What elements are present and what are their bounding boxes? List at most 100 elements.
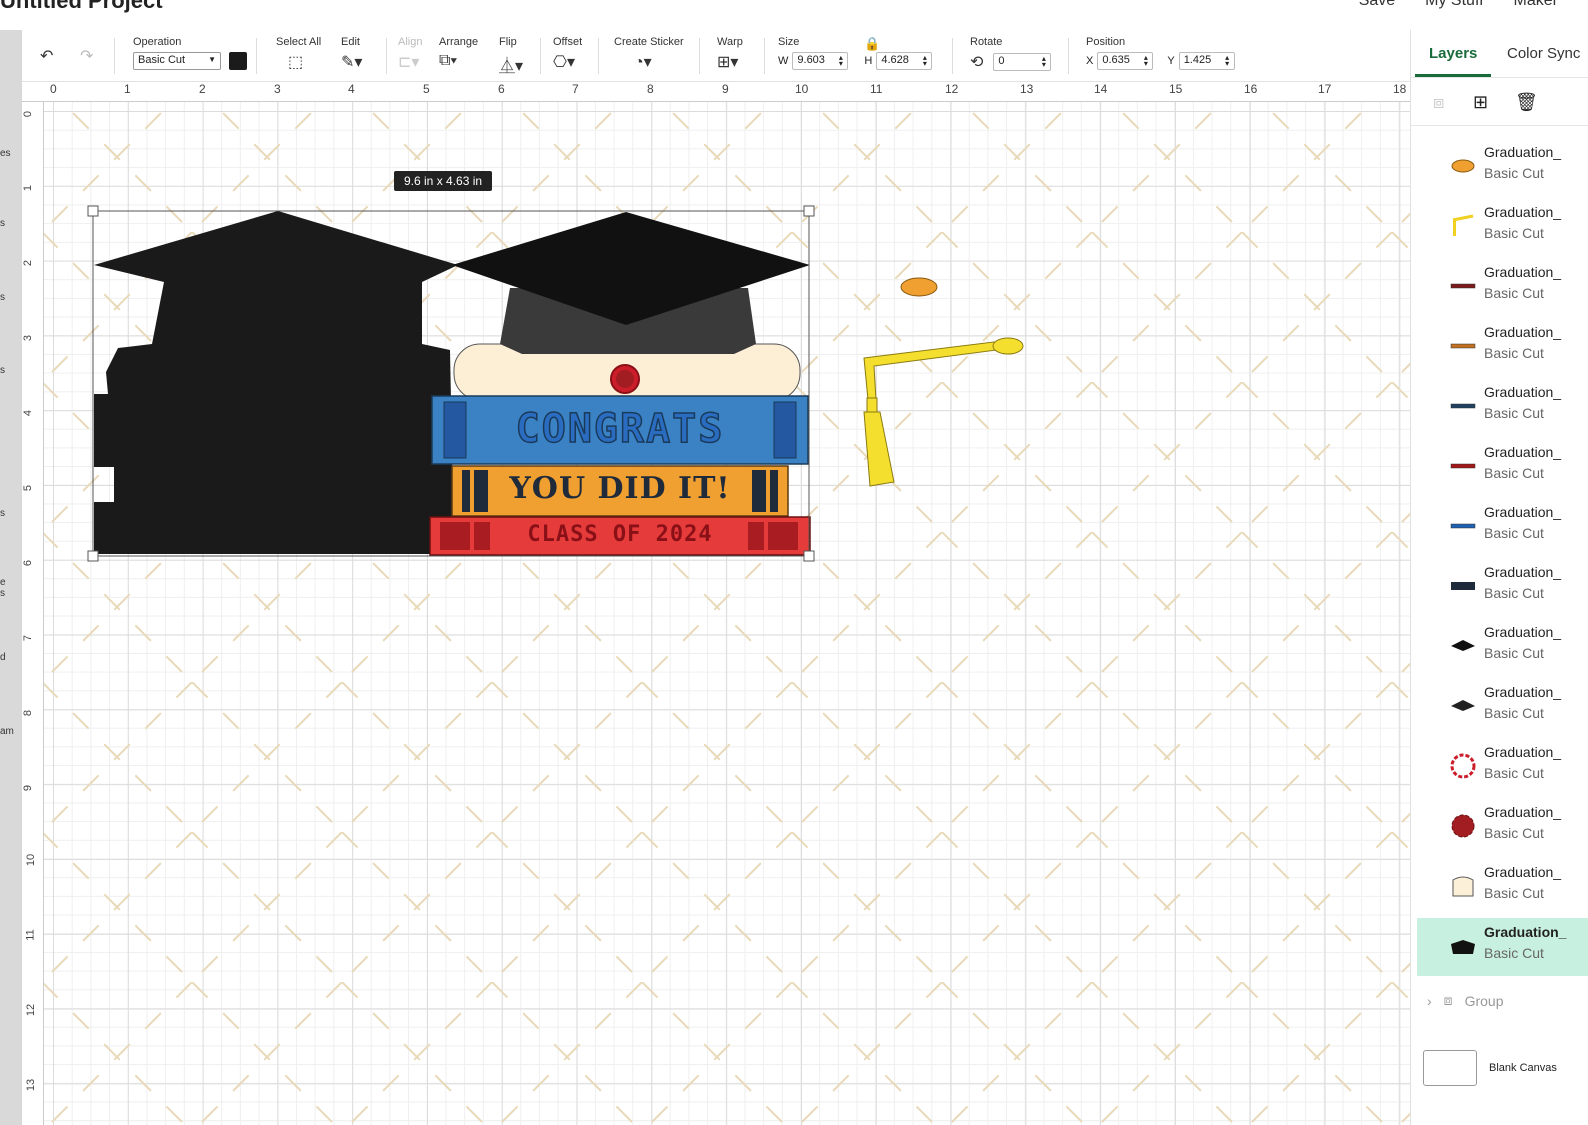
you-did-it-text: YOU DID IT! bbox=[509, 471, 731, 506]
layer-operation: Basic Cut bbox=[1484, 165, 1544, 181]
arrange-icon[interactable]: ⧉▾ bbox=[439, 52, 457, 70]
position-group: Position X 0.635 Y 1.425 bbox=[1086, 36, 1235, 70]
sidebar-label[interactable]: s bbox=[0, 508, 5, 519]
layer-name: Graduation_ bbox=[1484, 504, 1562, 520]
ruler-tick: 13 bbox=[1020, 82, 1034, 96]
color-swatch[interactable] bbox=[229, 52, 247, 70]
layer-name: Graduation_ bbox=[1484, 924, 1567, 940]
book-icon bbox=[1449, 572, 1477, 600]
operation-select[interactable]: Basic Cut bbox=[133, 52, 221, 70]
sidebar-label[interactable]: s bbox=[0, 365, 5, 376]
layer-name: Graduation_ bbox=[1484, 864, 1562, 880]
layer-row[interactable]: Graduation_ Basic Cut bbox=[1417, 918, 1588, 976]
ruler-tick: 4 bbox=[22, 409, 35, 417]
sidebar-label[interactable]: d bbox=[0, 652, 6, 663]
trash-icon[interactable]: 🗑 bbox=[1515, 92, 1538, 113]
ruler-tick: 11 bbox=[870, 82, 883, 96]
width-input[interactable]: 9.603 bbox=[792, 52, 849, 70]
layer-operation: Basic Cut bbox=[1484, 225, 1544, 241]
ruler-tick: 5 bbox=[423, 82, 430, 96]
layer-row[interactable]: Graduation_ Basic Cut bbox=[1417, 378, 1588, 436]
line-icon bbox=[1449, 332, 1477, 360]
group-icon: ⧈ bbox=[1443, 992, 1453, 1008]
ruler-tick: 5 bbox=[22, 484, 35, 492]
x-input[interactable]: 0.635 bbox=[1097, 52, 1154, 70]
layer-operation: Basic Cut bbox=[1484, 525, 1544, 541]
design-canvas[interactable]: 0 1 2 3 4 5 6 7 8 9 10 11 12 13 14 15 16… bbox=[22, 82, 1410, 1125]
layer-row[interactable]: Graduation_ Basic Cut bbox=[1417, 558, 1588, 616]
vertical-ruler: 0 1 2 3 4 5 6 7 8 9 10 11 12 13 bbox=[22, 102, 44, 1125]
sidebar-label[interactable]: e s bbox=[0, 577, 10, 599]
layer-operation: Basic Cut bbox=[1484, 825, 1544, 841]
duplicate-icon[interactable]: ⊞ bbox=[1473, 92, 1488, 113]
layer-row[interactable]: Graduation_ Basic Cut bbox=[1417, 798, 1588, 856]
horizontal-ruler: 0 1 2 3 4 5 6 7 8 9 10 11 12 13 14 15 16… bbox=[22, 82, 1410, 102]
blank-canvas-thumbnail[interactable] bbox=[1423, 1050, 1477, 1086]
ruler-tick: 8 bbox=[647, 82, 654, 96]
ruler-tick: 17 bbox=[1318, 82, 1332, 96]
sidebar-label[interactable]: s bbox=[0, 292, 5, 303]
ruler-tick: 6 bbox=[22, 559, 35, 567]
group-icon[interactable]: ⧈ bbox=[1433, 92, 1444, 113]
cap-icon bbox=[1449, 692, 1477, 720]
redo-icon[interactable]: ↷ bbox=[80, 46, 93, 66]
line-icon bbox=[1449, 272, 1477, 300]
height-input[interactable]: 4.628 bbox=[876, 52, 933, 70]
operation-group: Operation Basic Cut bbox=[133, 36, 247, 70]
tab-color-sync[interactable]: Color Sync bbox=[1507, 45, 1580, 62]
sidebar-label[interactable]: am bbox=[0, 726, 14, 737]
rotate-input[interactable]: 0 bbox=[993, 53, 1052, 71]
layer-row[interactable]: Graduation_ Basic Cut bbox=[1417, 198, 1588, 256]
pencil-icon[interactable]: ✎▾ bbox=[341, 52, 362, 72]
warp-icon[interactable]: ⊞▾ bbox=[717, 52, 738, 72]
sidebar-label[interactable]: s bbox=[0, 218, 5, 229]
flip-icon[interactable]: ⏅▾ bbox=[499, 52, 523, 76]
position-label: Position bbox=[1086, 36, 1126, 48]
layer-row[interactable]: Graduation_ Basic Cut bbox=[1417, 258, 1588, 316]
arrange-label: Arrange bbox=[439, 36, 479, 48]
layer-row[interactable]: Graduation_ Basic Cut bbox=[1417, 738, 1588, 796]
save-button[interactable]: Save bbox=[1359, 0, 1395, 10]
blank-canvas-row[interactable]: Blank Canvas bbox=[1423, 1050, 1557, 1086]
tab-layers[interactable]: Layers bbox=[1414, 45, 1492, 77]
chevron-right-icon[interactable]: › bbox=[1427, 993, 1432, 1009]
y-input[interactable]: 1.425 bbox=[1178, 52, 1235, 70]
sticker-icon[interactable]: ◔▾ bbox=[634, 52, 652, 72]
rotate-icon[interactable]: ⟲ bbox=[970, 52, 983, 72]
offset-icon[interactable]: ⎔▾ bbox=[553, 52, 575, 72]
ruler-tick: 8 bbox=[22, 709, 35, 717]
layer-name: Graduation_ bbox=[1484, 384, 1562, 400]
layer-row[interactable]: Graduation_ Basic Cut bbox=[1417, 618, 1588, 676]
select-all-icon[interactable]: ⬚ bbox=[288, 52, 303, 72]
layer-name: Graduation_ bbox=[1484, 744, 1562, 760]
diploma-icon bbox=[1449, 872, 1477, 900]
layer-name: Graduation_ bbox=[1484, 324, 1562, 340]
layer-name: Graduation_ bbox=[1484, 204, 1562, 220]
ruler-tick: 15 bbox=[1169, 82, 1183, 96]
layer-row[interactable]: Graduation_ Basic Cut bbox=[1417, 678, 1588, 736]
lock-icon[interactable]: 🔒 bbox=[864, 36, 880, 52]
align-icon[interactable]: ⊏▾ bbox=[398, 52, 419, 72]
height-label: H bbox=[864, 55, 873, 67]
maker-button[interactable]: Maker bbox=[1514, 0, 1558, 10]
left-sidebar: es s s s s e s d am bbox=[0, 30, 22, 1125]
layer-name: Graduation_ bbox=[1484, 624, 1562, 640]
layer-row[interactable]: Graduation_ Basic Cut bbox=[1417, 438, 1588, 496]
layer-row[interactable]: Graduation_ Basic Cut bbox=[1417, 138, 1588, 196]
group-row[interactable]: › ⧈ Group bbox=[1427, 992, 1504, 1009]
project-title: Untitled Project bbox=[0, 0, 163, 13]
layer-row[interactable]: Graduation_ Basic Cut bbox=[1417, 498, 1588, 556]
line-icon bbox=[1449, 512, 1477, 540]
layer-row[interactable]: Graduation_ Basic Cut bbox=[1417, 318, 1588, 376]
layer-name: Graduation_ bbox=[1484, 684, 1562, 700]
layer-operation: Basic Cut bbox=[1484, 945, 1544, 961]
my-stuff-button[interactable]: My Stuff bbox=[1425, 0, 1483, 10]
y-label: Y bbox=[1167, 55, 1175, 67]
ruler-tick: 18 bbox=[1393, 82, 1407, 96]
undo-icon[interactable]: ↶ bbox=[40, 46, 53, 66]
sidebar-label[interactable]: es bbox=[0, 148, 11, 159]
layer-row[interactable]: Graduation_ Basic Cut bbox=[1417, 858, 1588, 916]
ruler-tick: 3 bbox=[274, 82, 281, 96]
layer-operation: Basic Cut bbox=[1484, 585, 1544, 601]
flip-label: Flip bbox=[499, 36, 517, 48]
